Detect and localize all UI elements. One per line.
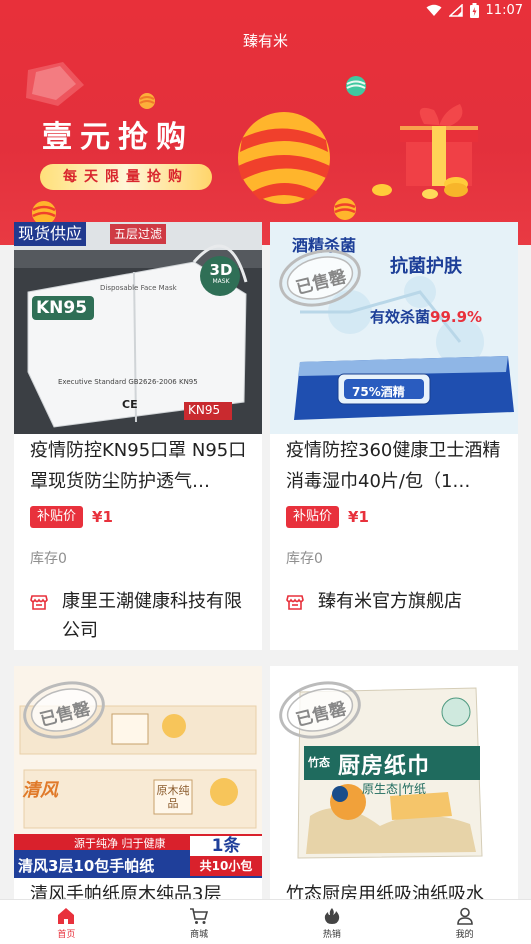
tag-stock: 现货供应 <box>14 222 87 246</box>
shop-icon <box>30 595 48 610</box>
product-title[interactable]: 疫情防控360健康卫士酒精消毒湿巾40片/包（1… <box>286 435 504 497</box>
shop-link[interactable]: 康里王潮健康科技有限公司 <box>30 587 248 645</box>
banner-subtitle: 每天限量抢购 <box>40 164 212 190</box>
fire-icon <box>324 908 340 924</box>
wifi-icon <box>426 4 442 16</box>
shop-link[interactable]: 臻有米官方旗舰店 <box>286 587 504 616</box>
subsidy-badge: 补贴价 <box>30 506 84 528</box>
tissue-pack-label: 原木纯品 <box>156 784 190 810</box>
product-image[interactable]: 现货供应 五层过滤 KN95 3D MASK Disposable Face M… <box>14 222 262 434</box>
ball-decoration <box>334 198 356 220</box>
product-stock: 库存0 <box>30 551 67 567</box>
subsidy-badge: 补贴价 <box>286 506 340 528</box>
product-card[interactable]: 现货供应 五层过滤 KN95 3D MASK Disposable Face M… <box>14 222 262 650</box>
product-title[interactable]: 疫情防控KN95口罩 N95口罩现货防尘防护透气… <box>30 435 248 497</box>
product-card[interactable]: 竹态 厨房纸巾 原生态|竹纸 已售罄 竹态厨房用纸吸油纸吸水 <box>270 666 518 906</box>
mask-ce-text: CE <box>122 398 138 411</box>
pentagon-decoration <box>26 62 84 106</box>
user-icon <box>456 907 473 925</box>
tag-filter: 五层过滤 <box>110 224 167 244</box>
status-bar: 11:07 <box>0 0 531 24</box>
mask-line1: Disposable Face Mask <box>100 284 177 292</box>
shop-name: 康里王潮健康科技有限公司 <box>62 591 242 641</box>
towel-name: 厨房纸巾 <box>338 754 431 779</box>
home-icon <box>58 908 75 924</box>
striped-ball-decoration <box>238 112 330 204</box>
tab-mine[interactable]: 我的 <box>398 900 531 944</box>
towel-sub: 原生态|竹纸 <box>362 782 427 796</box>
product-card[interactable]: 酒精杀菌 抗菌护肤 有效杀菌99.9% 75%酒精 已售罄 疫情防控360健康卫… <box>270 222 518 650</box>
product-image[interactable]: 酒精杀菌 抗菌护肤 有效杀菌99.9% 75%酒精 已售罄 <box>270 222 518 434</box>
tissue-slogan: 源于纯净 归于健康 <box>74 837 166 850</box>
tab-label: 我的 <box>455 930 474 940</box>
tab-mall[interactable]: 商城 <box>133 900 266 944</box>
tab-home[interactable]: 首页 <box>0 900 133 944</box>
product-image[interactable]: 竹态 厨房纸巾 原生态|竹纸 已售罄 <box>270 666 518 878</box>
tab-label: 热销 <box>322 930 341 940</box>
ball-decoration <box>139 93 155 109</box>
tissue-qty: 1条 共10小包 <box>190 836 262 876</box>
battery-icon <box>469 3 479 18</box>
signal-icon <box>448 4 463 17</box>
tissue-name: 清风3层10包手帕纸 <box>18 857 155 875</box>
ball-decoration <box>346 76 366 96</box>
product-price: ¥1 <box>348 508 369 526</box>
product-image[interactable]: 清风 原木纯品 源于纯净 归于健康 清风3层10包手帕纸 1条 共10小包 已售… <box>14 666 262 878</box>
mask-brand-text: KN95 <box>36 298 88 318</box>
tag-effect: 有效杀菌99.9% <box>370 308 483 326</box>
app-title: 臻有米 <box>242 32 288 50</box>
mask-kn95-label: KN95 <box>188 403 221 417</box>
status-time: 11:07 <box>485 3 523 18</box>
product-card[interactable]: 清风 原木纯品 源于纯净 归于健康 清风3层10包手帕纸 1条 共10小包 已售… <box>14 666 262 906</box>
tab-label: 首页 <box>57 930 76 940</box>
mask-line2: Executive Standard GB2626-2006 KN95 <box>58 378 198 386</box>
banner-title: 壹元抢购 <box>42 120 194 155</box>
mask-product-image <box>14 222 262 434</box>
banner-header: 11:07 臻有米 壹元抢购 每天限量抢购 <box>0 0 531 245</box>
tissue-brand: 清风 <box>22 780 58 801</box>
product-price: ¥1 <box>92 508 113 526</box>
coins-decoration <box>372 177 468 199</box>
shop-icon <box>286 595 304 610</box>
cart-icon <box>190 908 209 924</box>
shop-name: 臻有米官方旗舰店 <box>318 591 462 612</box>
bottom-tab-bar: 首页 商城 热销 我的 <box>0 899 531 944</box>
tab-hot[interactable]: 热销 <box>266 900 399 944</box>
tab-label: 商城 <box>190 930 209 940</box>
mask-3d-text: 3D MASK <box>209 261 233 285</box>
tag-antibacterial: 抗菌护肤 <box>390 256 462 277</box>
towel-brand: 竹态 <box>308 756 330 769</box>
product-stock: 库存0 <box>286 551 323 567</box>
pack-label: 75%酒精 <box>352 385 405 399</box>
